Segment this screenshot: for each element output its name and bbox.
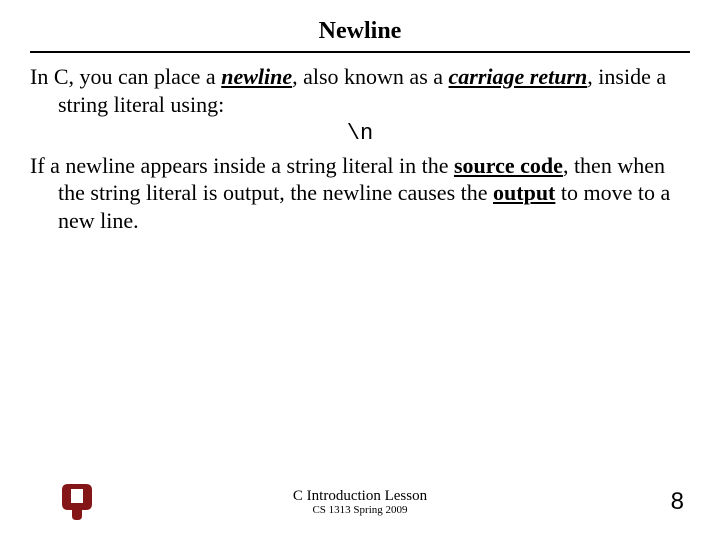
ou-logo-icon	[60, 482, 94, 522]
p1-text-b: , also known as a	[292, 64, 448, 89]
footer: C Introduction Lesson CS 1313 Spring 200…	[0, 482, 720, 522]
footer-center: C Introduction Lesson CS 1313 Spring 200…	[293, 488, 427, 517]
slide-body: In C, you can place a newline, also know…	[30, 63, 690, 234]
term-carriage-return: carriage return	[449, 64, 588, 89]
slide: Newline In C, you can place a newline, a…	[0, 0, 720, 540]
paragraph-2: If a newline appears inside a string lit…	[30, 152, 690, 235]
term-source-code: source code	[454, 153, 563, 178]
p2-text-a: If a newline appears inside a string lit…	[30, 153, 454, 178]
footer-course-info: CS 1313 Spring 2009	[293, 504, 427, 516]
term-newline: newline	[221, 64, 292, 89]
code-newline: \n	[30, 120, 690, 148]
paragraph-1: In C, you can place a newline, also know…	[30, 63, 690, 118]
page-number: 8	[671, 488, 684, 516]
p1-text-a: In C, you can place a	[30, 64, 221, 89]
term-output: output	[493, 180, 555, 205]
slide-title: Newline	[30, 18, 690, 53]
footer-lesson-title: C Introduction Lesson	[293, 488, 427, 505]
